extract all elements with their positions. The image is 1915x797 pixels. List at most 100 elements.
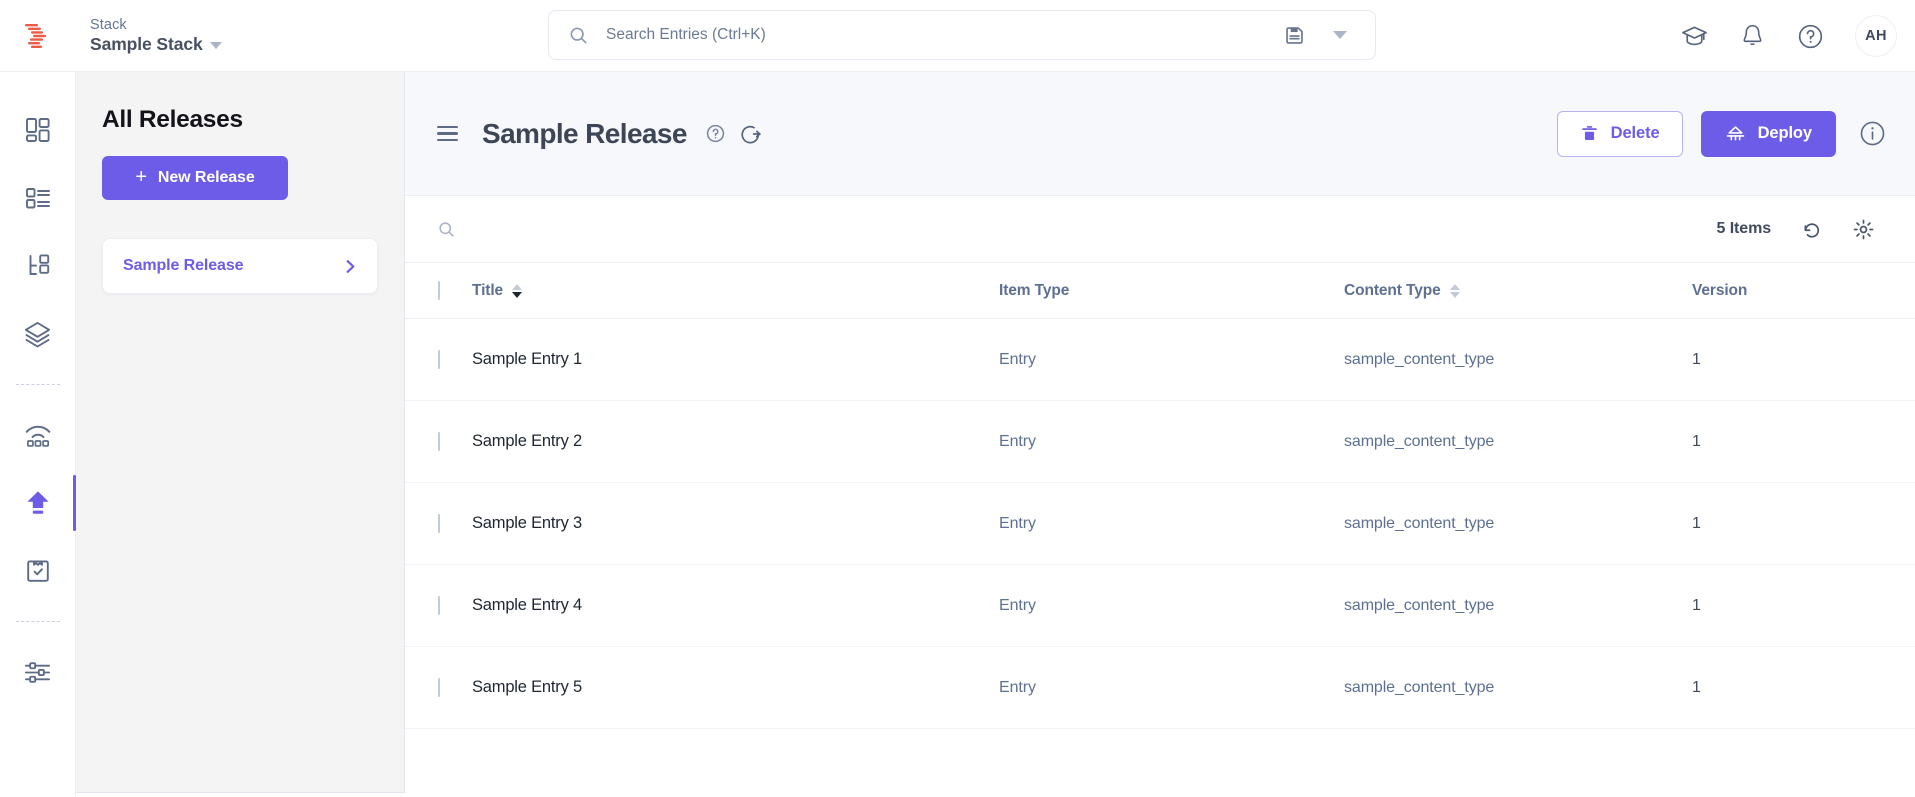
academy-graduation-cap-icon[interactable] bbox=[1680, 22, 1709, 51]
main-content: Sample Release Delete Deploy 5 Items Tit… bbox=[405, 72, 1915, 797]
toolbar-right: 5 Items bbox=[1717, 218, 1875, 241]
info-circle-icon[interactable] bbox=[1858, 119, 1887, 148]
row-checkbox[interactable] bbox=[438, 513, 440, 533]
column-header-content-type-label: Content Type bbox=[1344, 281, 1441, 299]
avatar[interactable]: AH bbox=[1855, 15, 1897, 57]
row-checkbox[interactable] bbox=[438, 595, 440, 615]
row-select-cell bbox=[438, 595, 472, 615]
help-circle-icon[interactable] bbox=[705, 123, 726, 144]
cell-content-type: sample_content_type bbox=[1344, 432, 1495, 450]
cell-title[interactable]: Sample Entry 5 bbox=[472, 678, 999, 697]
table-row[interactable]: Sample Entry 2 Entry sample_content_type… bbox=[405, 401, 1915, 483]
new-release-button[interactable]: + New Release bbox=[102, 156, 288, 200]
releases-upload-icon bbox=[26, 490, 49, 514]
cell-version: 1 bbox=[1692, 678, 1701, 696]
search-icon bbox=[569, 26, 588, 45]
table-search-icon[interactable] bbox=[438, 221, 455, 238]
deploy-label: Deploy bbox=[1757, 124, 1813, 142]
undo-refresh-icon[interactable] bbox=[1801, 219, 1822, 240]
stack-name: Sample Stack bbox=[90, 33, 203, 54]
cell-version: 1 bbox=[1692, 432, 1701, 450]
row-select-cell bbox=[438, 677, 472, 697]
settings-sliders-icon bbox=[24, 661, 51, 683]
brand-logo-wrap[interactable] bbox=[0, 0, 76, 72]
table-toolbar: 5 Items bbox=[405, 196, 1915, 263]
sidebar-item-content-types[interactable] bbox=[0, 164, 76, 232]
trash-icon bbox=[1581, 126, 1597, 140]
release-title: Sample Release bbox=[482, 117, 687, 149]
row-checkbox[interactable] bbox=[438, 677, 440, 697]
cell-title[interactable]: Sample Entry 1 bbox=[472, 350, 999, 369]
table-row[interactable]: Sample Entry 3 Entry sample_content_type… bbox=[405, 483, 1915, 565]
column-header-title-label: Title bbox=[472, 281, 504, 299]
row-checkbox[interactable] bbox=[438, 349, 440, 369]
global-search-bar[interactable] bbox=[548, 10, 1376, 60]
table-row[interactable]: Sample Entry 1 Entry sample_content_type… bbox=[405, 319, 1915, 401]
rotate-deploy-icon[interactable] bbox=[740, 123, 762, 145]
items-count: 5 Items bbox=[1716, 220, 1772, 237]
sort-toggle-content-type[interactable] bbox=[1449, 283, 1460, 298]
cell-version: 1 bbox=[1692, 514, 1701, 532]
stack-selector[interactable]: Stack Sample Stack bbox=[90, 17, 222, 55]
gear-icon[interactable] bbox=[1852, 218, 1875, 241]
row-select-cell bbox=[438, 431, 472, 451]
delete-label: Delete bbox=[1610, 124, 1660, 142]
column-header-title[interactable]: Title bbox=[472, 282, 999, 300]
audit-clipboard-icon bbox=[26, 560, 49, 582]
page-title: All Releases bbox=[102, 106, 243, 133]
sidebar-item-audit-log[interactable] bbox=[0, 537, 76, 605]
delete-button[interactable]: Delete bbox=[1556, 110, 1683, 157]
stack-name-row[interactable]: Sample Stack bbox=[90, 33, 222, 55]
chevron-down-icon bbox=[209, 42, 222, 50]
column-header-version-label: Version bbox=[1692, 281, 1748, 299]
sort-toggle-title[interactable] bbox=[512, 283, 523, 298]
taxonomy-tree-icon bbox=[29, 254, 49, 275]
select-all-checkbox[interactable] bbox=[438, 280, 440, 300]
app-root: Stack Sample Stack Search Entries (Ctrl+… bbox=[0, 0, 1915, 797]
save-floppy-icon[interactable] bbox=[1274, 25, 1315, 46]
sidebar-item-taxonomy[interactable] bbox=[0, 232, 76, 300]
notifications-bell-icon[interactable] bbox=[1739, 22, 1766, 50]
sidebar-item-assets[interactable] bbox=[0, 300, 76, 368]
cell-title[interactable]: Sample Entry 3 bbox=[472, 514, 999, 533]
main-header-actions: Delete Deploy bbox=[1556, 110, 1887, 157]
main-header: Sample Release Delete Deploy bbox=[405, 72, 1915, 196]
releases-panel: All Releases + New Release Sample Releas… bbox=[76, 72, 405, 793]
cell-item-type: Entry bbox=[999, 350, 1036, 368]
column-header-item-type[interactable]: Item Type bbox=[999, 282, 1344, 300]
release-list-item[interactable]: Sample Release bbox=[102, 238, 378, 294]
cell-version: 1 bbox=[1692, 350, 1701, 368]
column-header-item-type-label: Item Type bbox=[999, 281, 1070, 299]
chevron-right-icon bbox=[346, 259, 355, 273]
rail-divider-1 bbox=[15, 384, 60, 385]
deploy-button[interactable]: Deploy bbox=[1700, 110, 1836, 157]
column-header-version[interactable]: Version bbox=[1692, 282, 1892, 300]
assets-layers-icon bbox=[24, 321, 51, 347]
sort-desc-icon bbox=[512, 291, 523, 298]
stack-label: Stack bbox=[90, 16, 127, 33]
dashboard-icon bbox=[25, 118, 50, 142]
sidebar-item-settings[interactable] bbox=[0, 638, 76, 706]
live-preview-icon bbox=[25, 425, 50, 447]
sidebar-item-dashboard[interactable] bbox=[0, 96, 76, 164]
table-row[interactable]: Sample Entry 4 Entry sample_content_type… bbox=[405, 565, 1915, 647]
column-header-content-type[interactable]: Content Type bbox=[1344, 282, 1692, 300]
cell-title[interactable]: Sample Entry 4 bbox=[472, 596, 999, 615]
sidebar-item-live-preview[interactable] bbox=[0, 401, 76, 469]
sidebar-item-releases[interactable] bbox=[0, 469, 76, 537]
cell-title[interactable]: Sample Entry 2 bbox=[472, 432, 999, 451]
table-row[interactable]: Sample Entry 5 Entry sample_content_type… bbox=[405, 647, 1915, 729]
left-icon-rail bbox=[0, 72, 76, 797]
sort-asc-icon bbox=[512, 283, 523, 290]
hamburger-menu-icon[interactable] bbox=[437, 125, 458, 142]
search-filter-dropdown[interactable] bbox=[1315, 31, 1361, 39]
cell-content-type: sample_content_type bbox=[1344, 678, 1495, 696]
search-input[interactable] bbox=[604, 25, 1274, 45]
content-types-icon bbox=[25, 188, 50, 209]
row-checkbox[interactable] bbox=[438, 431, 440, 451]
help-circle-icon[interactable] bbox=[1796, 22, 1825, 51]
table-header-row: Title Item Type Content Type Version bbox=[405, 263, 1915, 319]
sort-desc-icon bbox=[1449, 291, 1460, 298]
cell-item-type: Entry bbox=[999, 678, 1036, 696]
chevron-down-icon bbox=[1333, 31, 1347, 39]
